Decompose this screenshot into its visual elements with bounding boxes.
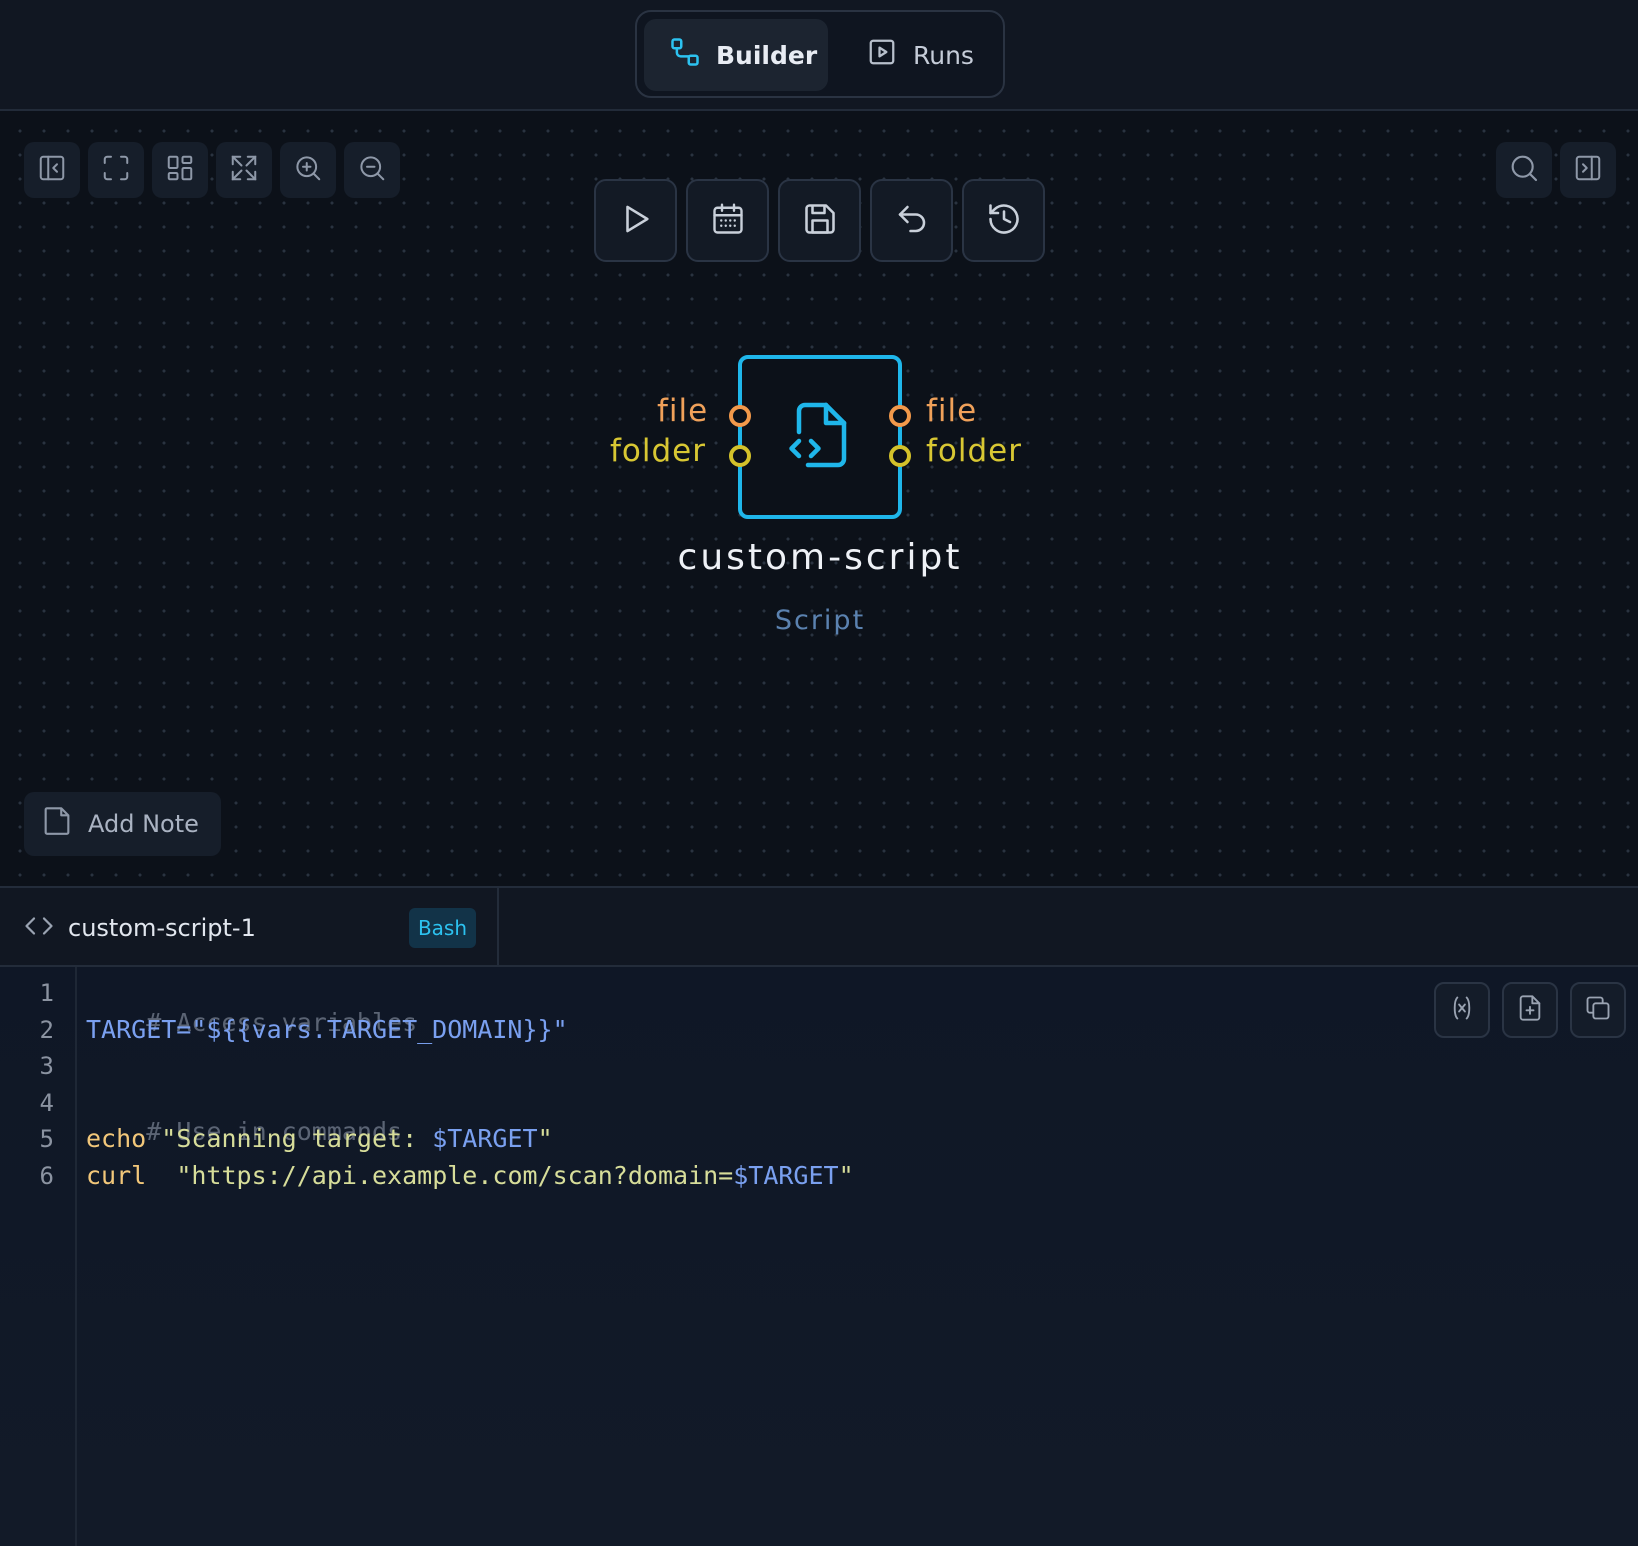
search-icon (1508, 152, 1540, 188)
node-type: Script (774, 605, 866, 636)
line-number: 3 (39, 1052, 54, 1080)
code-line-2: TARGET="${{vars.TARGET_DOMAIN}}" (86, 1015, 568, 1044)
editor-tab[interactable]: custom-script-1 Bash (0, 888, 499, 967)
tab-builder-label: Builder (716, 40, 818, 70)
play-square-icon (867, 37, 897, 73)
insert-variable-button[interactable] (1434, 982, 1490, 1038)
input-port-label-file: file (657, 393, 709, 429)
copy-icon (1584, 994, 1612, 1026)
history-icon (986, 201, 1022, 241)
editor-header: custom-script-1 Bash (0, 886, 1638, 967)
copy-button[interactable] (1570, 982, 1626, 1038)
workflow-icon (670, 37, 700, 73)
file-code-icon (784, 399, 856, 475)
history-button[interactable] (962, 179, 1045, 262)
code-string-end: " (838, 1161, 854, 1190)
code-string: "${{vars.TARGET_DOMAIN}}" (191, 1015, 568, 1044)
add-note-button[interactable]: Add Note (24, 792, 221, 856)
fit-view-icon (229, 153, 259, 187)
zoom-out-icon (357, 153, 387, 187)
file-import-icon (1516, 994, 1544, 1026)
line-number: 6 (39, 1162, 54, 1190)
code-icon (24, 911, 54, 945)
line-gutter: 1 2 3 4 5 6 (0, 967, 77, 1546)
code-command: echo (86, 1124, 147, 1153)
language-badge: Bash (409, 908, 476, 948)
tab-runs-label: Runs (913, 40, 974, 70)
zoom-in-button[interactable] (280, 142, 336, 198)
code-assignment: TARGET= (86, 1015, 192, 1044)
search-button[interactable] (1496, 142, 1552, 198)
code-editor[interactable]: 1 2 3 4 5 6 # Access variables TARGET="$… (0, 967, 1638, 1546)
input-port-label-folder: folder (610, 433, 706, 469)
auto-layout-button[interactable] (152, 142, 208, 198)
top-bar: Builder Runs (0, 0, 1638, 111)
code-command: curl (86, 1161, 147, 1190)
code-variable: $TARGET (733, 1161, 839, 1190)
tab-runs[interactable]: Runs (867, 19, 987, 91)
line-number: 5 (39, 1125, 54, 1153)
code-string: "Scanning target: (146, 1124, 433, 1153)
play-icon (619, 202, 653, 240)
variable-icon (1448, 994, 1476, 1026)
code-string-end: " (537, 1124, 553, 1153)
code-variable: $TARGET (432, 1124, 538, 1153)
code-string: "https://api.example.com/scan?domain= (146, 1161, 734, 1190)
undo-icon (894, 201, 930, 241)
calendar-icon (710, 201, 746, 241)
input-port-folder[interactable] (729, 445, 751, 467)
tab-builder[interactable]: Builder (644, 19, 828, 91)
undo-button[interactable] (870, 179, 953, 262)
toggle-sidebar-button[interactable] (24, 142, 80, 198)
output-port-label-folder: folder (926, 433, 1022, 469)
workflow-canvas[interactable]: file folder file folder custom-script Sc… (0, 111, 1638, 886)
line-number: 1 (39, 979, 54, 1007)
save-button[interactable] (778, 179, 861, 262)
schedule-button[interactable] (686, 179, 769, 262)
line-number: 4 (39, 1089, 54, 1117)
sidebar-collapse-icon (37, 153, 67, 187)
zoom-out-button[interactable] (344, 142, 400, 198)
zoom-in-icon (293, 153, 323, 187)
import-file-button[interactable] (1502, 982, 1558, 1038)
sticky-note-icon (40, 804, 74, 844)
layout-grid-icon (165, 153, 195, 187)
view-switcher: Builder Runs (635, 10, 1005, 98)
line-number: 2 (39, 1016, 54, 1044)
output-port-label-file: file (926, 393, 978, 429)
fullscreen-icon (101, 153, 131, 187)
add-note-label: Add Note (88, 810, 199, 838)
code-line-5: echo "Scanning target: $TARGET" (86, 1124, 553, 1153)
script-node[interactable] (738, 355, 902, 519)
output-port-folder[interactable] (889, 445, 911, 467)
fullscreen-button[interactable] (88, 142, 144, 198)
output-port-file[interactable] (889, 405, 911, 427)
toggle-right-panel-button[interactable] (1560, 142, 1616, 198)
run-button[interactable] (594, 179, 677, 262)
editor-tab-name: custom-script-1 (68, 913, 256, 942)
node-title: custom-script (677, 537, 963, 578)
code-line-6: curl "https://api.example.com/scan?domai… (86, 1161, 854, 1190)
fit-view-button[interactable] (216, 142, 272, 198)
panel-right-icon (1573, 153, 1603, 187)
save-icon (802, 201, 838, 241)
input-port-file[interactable] (729, 405, 751, 427)
